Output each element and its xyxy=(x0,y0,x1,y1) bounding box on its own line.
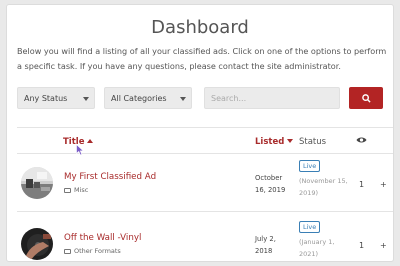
category-filter-value: All Categories xyxy=(111,94,167,103)
divider xyxy=(17,153,393,154)
expiry-date: (November 15, 2019) xyxy=(299,177,348,197)
status-filter-value: Any Status xyxy=(24,94,68,103)
ad-thumbnail[interactable] xyxy=(21,167,53,199)
folder-icon xyxy=(64,188,71,193)
ad-title-link[interactable]: Off the Wall -Vinyl xyxy=(64,233,141,243)
search-icon xyxy=(361,93,371,103)
chevron-down-icon xyxy=(180,97,186,101)
chevron-down-icon xyxy=(83,97,89,101)
ad-title-link[interactable]: My First Classified Ad xyxy=(64,172,156,182)
status-filter-select[interactable]: Any Status xyxy=(17,87,95,109)
expand-row-button[interactable]: + xyxy=(380,241,387,250)
folder-icon xyxy=(64,249,71,254)
ad-thumbnail[interactable] xyxy=(21,228,53,260)
divider xyxy=(17,211,393,212)
ad-thumbnail-image xyxy=(21,167,53,199)
search-input[interactable] xyxy=(204,87,340,109)
divider xyxy=(17,127,393,128)
ad-thumbnail-image xyxy=(21,228,53,260)
ad-category[interactable]: Misc xyxy=(64,186,88,194)
sort-descending-icon xyxy=(287,139,294,143)
expiry-date: (January 1, 2021) xyxy=(299,238,335,258)
view-count: 1 xyxy=(359,241,365,250)
dashboard-panel: Dashboard Below you will find a listing … xyxy=(6,4,394,262)
column-header-status: Status xyxy=(299,137,327,147)
ad-category[interactable]: Other Formats xyxy=(64,247,121,255)
status-badge: Live xyxy=(299,221,321,233)
search-button[interactable] xyxy=(349,87,383,109)
category-filter-select[interactable]: All Categories xyxy=(104,87,192,109)
column-header-views xyxy=(356,136,367,147)
status-badge: Live xyxy=(299,160,321,172)
eye-icon xyxy=(356,137,367,143)
listed-date: July 2, 2018 xyxy=(255,235,276,255)
listed-date: October 16, 2019 xyxy=(255,174,286,194)
column-header-listed[interactable]: Listed xyxy=(255,137,294,147)
sort-ascending-icon xyxy=(87,139,94,143)
intro-text: Below you will find a listing of all you… xyxy=(17,46,387,71)
expand-row-button[interactable]: + xyxy=(380,180,387,189)
page-title: Dashboard xyxy=(151,17,249,38)
view-count: 1 xyxy=(359,180,365,189)
mouse-pointer-icon xyxy=(76,144,84,156)
